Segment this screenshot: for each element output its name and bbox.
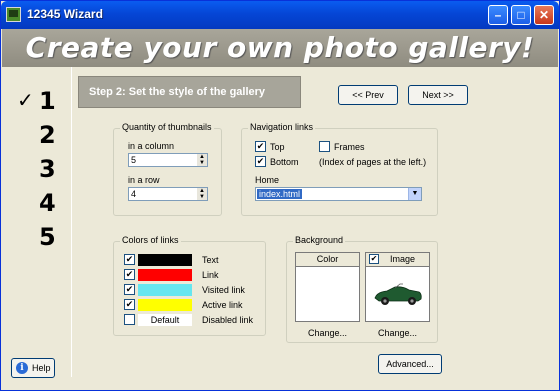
home-select[interactable]: index.html ▼ bbox=[255, 187, 422, 201]
step-2: 2 bbox=[39, 121, 56, 149]
text-color-swatch[interactable] bbox=[138, 254, 192, 266]
change-color-button[interactable]: Change... bbox=[308, 328, 347, 338]
spin-arrows-icon[interactable]: ▲ ▼ bbox=[197, 154, 207, 166]
navigation-legend: Navigation links bbox=[248, 122, 316, 132]
step-list: ✓ 1 2 3 4 5 bbox=[1, 67, 71, 357]
thumbnails-legend: Quantity of thumbnails bbox=[120, 122, 214, 132]
next-button[interactable]: Next >> bbox=[408, 85, 468, 105]
car-image bbox=[374, 283, 422, 305]
background-color-preview[interactable]: Color bbox=[295, 252, 360, 322]
step-1: 1 bbox=[39, 87, 56, 115]
app-icon bbox=[6, 7, 21, 22]
top-label: Top bbox=[270, 142, 285, 152]
bottom-label: Bottom bbox=[270, 157, 299, 167]
minimize-button[interactable]: – bbox=[488, 5, 508, 25]
help-button[interactable]: i Help bbox=[11, 358, 55, 378]
row-value: 4 bbox=[131, 189, 137, 199]
column-value: 5 bbox=[131, 155, 137, 165]
maximize-button[interactable]: □ bbox=[511, 5, 531, 25]
active-color-checkbox[interactable]: ✔ bbox=[124, 299, 135, 310]
chevron-down-icon[interactable]: ▼ bbox=[408, 188, 421, 200]
row-label: in a row bbox=[128, 175, 160, 185]
disabled-color-label: Disabled link bbox=[202, 315, 254, 325]
disabled-color-swatch[interactable]: Default bbox=[138, 314, 192, 326]
step-4: 4 bbox=[39, 189, 56, 217]
top-checkbox[interactable]: ✔ bbox=[255, 141, 266, 152]
step-3: 3 bbox=[39, 155, 56, 183]
prev-button[interactable]: << Prev bbox=[338, 85, 398, 105]
change-image-button[interactable]: Change... bbox=[378, 328, 417, 338]
visited-color-label: Visited link bbox=[202, 285, 245, 295]
link-color-checkbox[interactable]: ✔ bbox=[124, 269, 135, 280]
image-header-label: Image bbox=[389, 254, 415, 264]
column-stepper[interactable]: 5 ▲ ▼ bbox=[128, 153, 208, 167]
active-color-swatch[interactable] bbox=[138, 299, 192, 311]
close-button[interactable]: ✕ bbox=[534, 5, 554, 25]
wizard-window: 12345 Wizard – □ ✕ Create your own photo… bbox=[0, 0, 560, 391]
spin-arrows-icon[interactable]: ▲ ▼ bbox=[197, 188, 207, 200]
step-header: Step 2: Set the style of the gallery bbox=[78, 76, 301, 108]
visited-color-swatch[interactable] bbox=[138, 284, 192, 296]
image-checkbox[interactable]: ✔ bbox=[369, 254, 379, 264]
disabled-color-checkbox[interactable] bbox=[124, 314, 135, 325]
checkmark-icon: ✓ bbox=[17, 88, 34, 112]
background-image-preview[interactable]: ✔ Image bbox=[365, 252, 430, 322]
window-title: 12345 Wizard bbox=[27, 7, 103, 21]
column-label: in a column bbox=[128, 141, 175, 151]
title-bar: 12345 Wizard – □ ✕ bbox=[1, 1, 559, 29]
bottom-checkbox[interactable]: ✔ bbox=[255, 156, 266, 167]
advanced-button[interactable]: Advanced... bbox=[378, 354, 442, 374]
background-legend: Background bbox=[293, 235, 346, 245]
link-color-label: Link bbox=[202, 270, 219, 280]
frames-checkbox[interactable] bbox=[319, 141, 330, 152]
navigation-group: Navigation links ✔ Top ✔ Bottom Frames (… bbox=[241, 122, 438, 216]
color-header: Color bbox=[296, 253, 359, 267]
step-5: 5 bbox=[39, 223, 56, 251]
link-color-swatch[interactable] bbox=[138, 269, 192, 281]
image-header: ✔ Image bbox=[366, 253, 429, 267]
row-stepper[interactable]: 4 ▲ ▼ bbox=[128, 187, 208, 201]
help-label: Help bbox=[32, 363, 51, 373]
frames-note: (Index of pages at the left.) bbox=[319, 157, 427, 167]
background-group: Background Color ✔ Image Change... Chang… bbox=[286, 235, 438, 343]
text-color-label: Text bbox=[202, 255, 219, 265]
active-color-label: Active link bbox=[202, 300, 243, 310]
info-icon: i bbox=[16, 362, 28, 374]
colors-group: Colors of links ✔ Text ✔ Link ✔ Visited … bbox=[113, 235, 266, 336]
text-color-checkbox[interactable]: ✔ bbox=[124, 254, 135, 265]
colors-legend: Colors of links bbox=[120, 235, 181, 245]
home-value: index.html bbox=[257, 189, 303, 199]
home-label: Home bbox=[255, 175, 280, 185]
banner: Create your own photo gallery! bbox=[2, 29, 558, 67]
thumbnails-group: Quantity of thumbnails in a column 5 ▲ ▼ … bbox=[113, 122, 222, 216]
banner-title: Create your own photo gallery! bbox=[25, 31, 535, 64]
frames-label: Frames bbox=[334, 142, 365, 152]
main-panel: Step 2: Set the style of the gallery << … bbox=[71, 67, 555, 377]
visited-color-checkbox[interactable]: ✔ bbox=[124, 284, 135, 295]
